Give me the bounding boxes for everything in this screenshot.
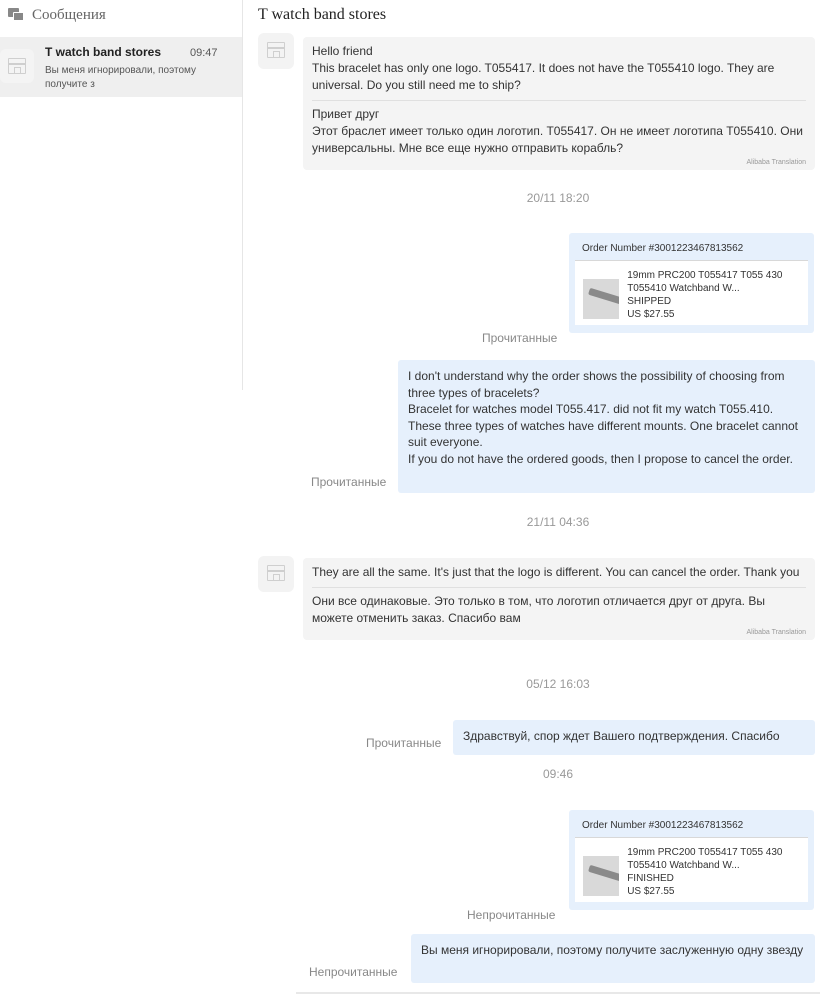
sidebar-header: Сообщения — [0, 0, 242, 30]
product-thumbnail — [583, 856, 620, 896]
outgoing-message: I don't understand why the order shows t… — [398, 360, 815, 493]
store-avatar — [0, 49, 34, 83]
sidebar: Сообщения T watch band stores 09:47 Вы м… — [0, 0, 243, 390]
order-status: SHIPPED — [627, 296, 672, 307]
order-status: FINISHED — [627, 873, 674, 884]
product-thumbnail — [583, 279, 620, 319]
divider — [312, 587, 806, 588]
timestamp: 21/11 04:36 — [526, 515, 590, 529]
message-translation: Они все одинаковые. Это только в том, чт… — [312, 594, 765, 625]
order-item[interactable]: 19mm PRC200 T055417 T055 430 T055410 Wat… — [575, 837, 808, 902]
chat-title: T watch band stores — [258, 6, 387, 23]
product-title: 19mm PRC200 T055417 T055 430 T055410 Wat… — [627, 847, 783, 871]
order-item[interactable]: 19mm PRC200 T055417 T055 430 T055410 Wat… — [575, 260, 808, 325]
translation-note: Alibaba Translation — [746, 159, 806, 166]
read-status: Непрочитанные — [467, 908, 556, 922]
outgoing-message: Здравствуй, спор ждет Вашего подтвержден… — [453, 720, 815, 755]
store-icon — [267, 565, 285, 581]
read-status: Прочитанные — [311, 475, 387, 489]
read-status: Прочитанные — [366, 736, 442, 750]
read-status: Прочитанные — [482, 331, 558, 345]
order-info: 19mm PRC200 T055417 T055 430 T055410 Wat… — [627, 846, 802, 898]
watchband-image — [588, 287, 620, 310]
shop-avatar[interactable] — [258, 33, 294, 69]
sidebar-title: Сообщения — [32, 6, 106, 23]
conversation-preview: Вы меня игнорировали, поэтому получите з — [45, 65, 196, 90]
read-status: Непрочитанные — [309, 965, 398, 979]
incoming-message: Hello friend This bracelet has only one … — [303, 37, 815, 170]
message-translation: Привет друг Этот браслет имеет только од… — [312, 107, 803, 155]
timestamp: 09:46 — [542, 767, 574, 781]
order-card[interactable]: Order Number #3001223467813562 19mm PRC2… — [569, 810, 814, 910]
timestamp: 05/12 16:03 — [526, 677, 590, 691]
order-info: 19mm PRC200 T055417 T055 430 T055410 Wat… — [627, 269, 802, 321]
divider — [296, 992, 820, 994]
translation-note: Alibaba Translation — [746, 629, 806, 636]
messages-icon — [8, 8, 24, 22]
message-original: They are all the same. It's just that th… — [312, 565, 800, 579]
incoming-message: They are all the same. It's just that th… — [303, 558, 815, 640]
store-icon — [8, 58, 26, 74]
order-number: Order Number #3001223467813562 — [582, 243, 744, 254]
order-price: US $27.55 — [627, 886, 675, 897]
watchband-image — [588, 864, 620, 887]
timestamp: 20/11 18:20 — [526, 191, 590, 205]
outgoing-message: Вы меня игнорировали, поэтому получите з… — [411, 934, 815, 983]
order-card[interactable]: Order Number #3001223467813562 19mm PRC2… — [569, 233, 814, 333]
shop-avatar[interactable] — [258, 556, 294, 592]
conversation-item[interactable]: T watch band stores 09:47 Вы меня игнори… — [0, 37, 242, 97]
order-number: Order Number #3001223467813562 — [582, 820, 744, 831]
product-title: 19mm PRC200 T055417 T055 430 T055410 Wat… — [627, 270, 783, 294]
conversation-time: 09:47 — [190, 47, 218, 59]
message-original: Hello friend This bracelet has only one … — [312, 44, 775, 92]
conversation-name: T watch band stores — [45, 45, 162, 59]
divider — [312, 100, 806, 101]
store-icon — [267, 42, 285, 58]
order-price: US $27.55 — [627, 309, 675, 320]
